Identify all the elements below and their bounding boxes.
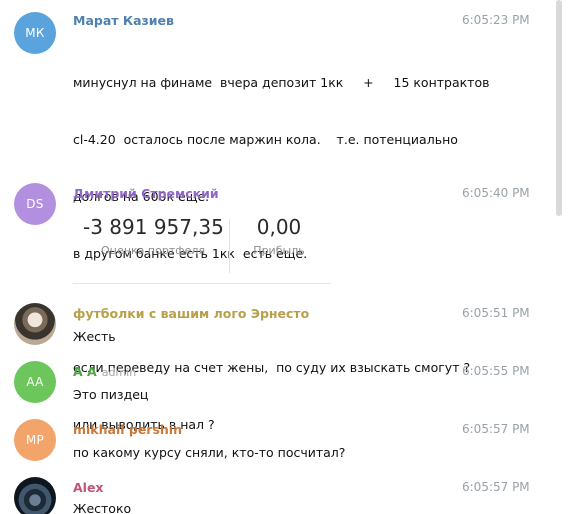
profit-value: 0,00 — [256, 215, 302, 239]
divider — [229, 219, 230, 273]
sender-name[interactable]: Марат Казиев — [73, 13, 174, 28]
avatar[interactable]: AA — [14, 361, 56, 403]
message-text: Жестоко — [73, 501, 132, 514]
sender-name[interactable]: mikhail pershin — [73, 422, 182, 437]
portfolio-value: -3 891 957,35 — [83, 215, 224, 239]
message-line: минуснул на финаме вчера депозит 1кк + 1… — [73, 75, 490, 90]
sender-name[interactable]: A A admin — [73, 364, 136, 379]
message-time: 6:05:51 PM — [462, 306, 530, 320]
admin-badge: admin — [101, 366, 137, 379]
message-time: 6:05:57 PM — [462, 480, 530, 494]
divider — [73, 283, 331, 284]
message-text: Жесть — [73, 329, 116, 344]
sender-name[interactable]: футболки с вашим лого Эрнесто — [73, 306, 309, 321]
user-photo-icon[interactable] — [14, 303, 56, 345]
message-text: Это пиздец — [73, 387, 149, 402]
profit-block: 0,00 Прибыль — [239, 215, 319, 257]
sender-name-text: A A — [73, 364, 97, 379]
profit-label: Прибыль — [253, 244, 305, 257]
message-time: 6:05:23 PM — [462, 13, 530, 27]
message-time: 6:05:40 PM — [462, 186, 530, 200]
car-dashboard-photo-icon[interactable] — [14, 477, 56, 514]
message-line: cl-4.20 осталось после маржин кола. т.е.… — [73, 132, 458, 147]
chat-history[interactable]: МК Марат Казиев 6:05:23 PM минуснул на ф… — [0, 0, 568, 514]
scrollbar-thumb[interactable] — [556, 0, 562, 216]
message-time: 6:05:57 PM — [462, 422, 530, 436]
avatar[interactable]: MP — [14, 419, 56, 461]
sender-name[interactable]: Alex — [73, 480, 104, 495]
avatar[interactable]: DS — [14, 183, 56, 225]
avatar[interactable]: МК — [14, 12, 56, 54]
portfolio-value-block: -3 891 957,35 Оценка портфеля — [83, 215, 224, 257]
message-time: 6:05:55 PM — [462, 364, 530, 378]
portfolio-value-label: Оценка портфеля — [100, 244, 206, 257]
portfolio-card: -3 891 957,35 Оценка портфеля 0,00 Прибы… — [73, 215, 331, 284]
message-text: по какому курсу сняли, кто-то посчитал? — [73, 445, 346, 460]
sender-name[interactable]: Дмитрий Стремский — [73, 186, 219, 201]
